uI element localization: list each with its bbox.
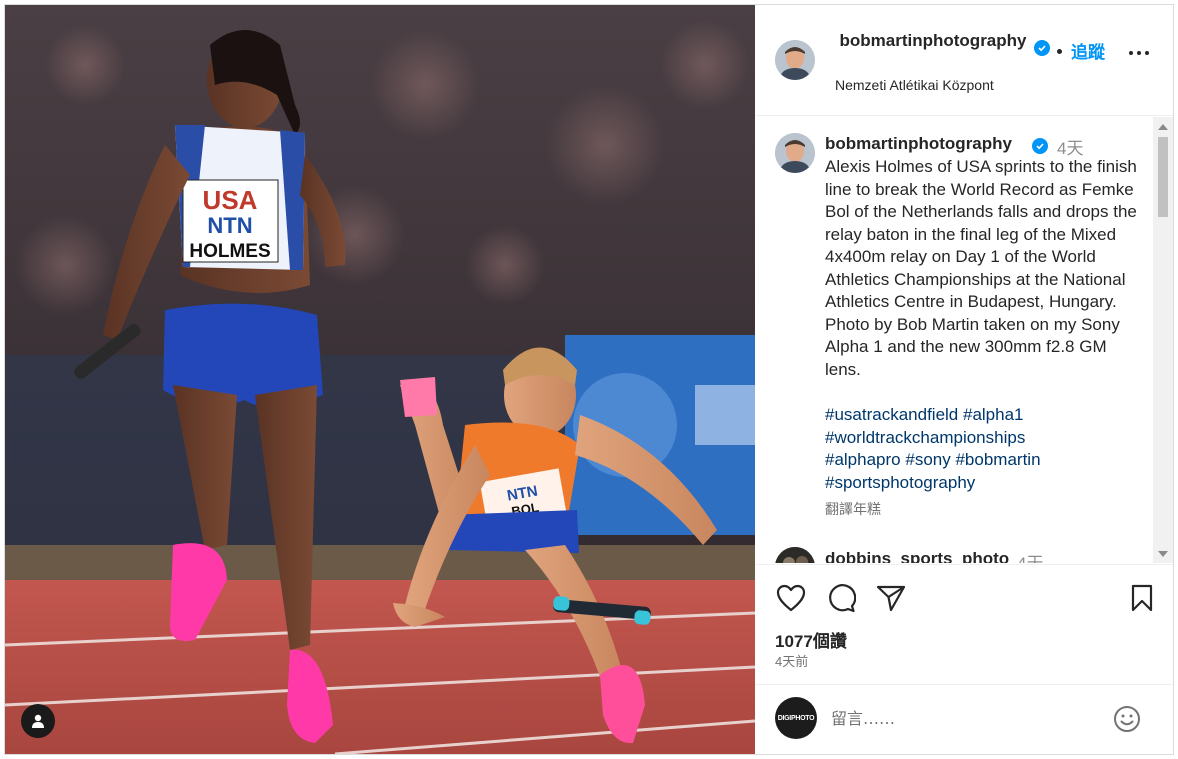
- post-timestamp[interactable]: 4天前: [775, 651, 808, 670]
- caption-text: Alexis Holmes of USA sprints to the fini…: [825, 157, 1137, 379]
- share-button[interactable]: [875, 582, 907, 614]
- heart-icon: [776, 584, 806, 612]
- more-icon: [1129, 51, 1133, 55]
- share-icon: [876, 585, 906, 612]
- comment-input[interactable]: [831, 705, 1101, 731]
- action-bar: 1077個讚 4天前: [755, 564, 1173, 684]
- comment-username[interactable]: dobbins_sports_photo: [825, 549, 1009, 563]
- hashtag-link[interactable]: #bobmartin: [955, 450, 1040, 469]
- post-side-panel: bobmartinphotography 追蹤 Nemzeti Atlétika…: [755, 5, 1173, 754]
- author-avatar[interactable]: [775, 40, 815, 80]
- scrollbar-thumb[interactable]: [1158, 137, 1168, 217]
- caption-author-avatar[interactable]: [775, 133, 815, 173]
- caption-username[interactable]: bobmartinphotography: [825, 134, 1012, 154]
- see-translation-link[interactable]: 翻譯年糕: [825, 499, 881, 519]
- bib-country-text: USA: [203, 185, 258, 215]
- current-user-avatar: DIGIPHOTO: [775, 697, 817, 739]
- hashtag-link[interactable]: #alpha1: [963, 405, 1024, 424]
- hashtag-link[interactable]: #sony: [905, 450, 950, 469]
- post-header: bobmartinphotography 追蹤 Nemzeti Atlétika…: [755, 5, 1173, 116]
- comment-time[interactable]: 4天: [1017, 549, 1043, 563]
- photo-illustration: USA NTN HOLMES NTN BOL: [5, 5, 755, 754]
- bookmark-icon: [1131, 584, 1153, 612]
- comment-icon: [829, 584, 856, 613]
- commenter-avatar[interactable]: [775, 547, 815, 563]
- user-tag-button[interactable]: [21, 704, 55, 738]
- hashtag-link[interactable]: #sportsphotography: [825, 473, 975, 492]
- verified-icon: [1034, 40, 1050, 56]
- scroll-down-arrow[interactable]: [1158, 551, 1168, 557]
- emoji-button[interactable]: [1113, 705, 1141, 733]
- user-tag-icon: [32, 714, 44, 728]
- author-username[interactable]: bobmartinphotography: [835, 29, 1031, 52]
- more-options-button[interactable]: [1127, 41, 1151, 65]
- like-count[interactable]: 1077個讚: [775, 627, 847, 652]
- like-button[interactable]: [775, 582, 807, 614]
- comment-button[interactable]: [825, 582, 857, 614]
- comments-section: bobmartinphotography 4天 Alexis Holmes of…: [755, 117, 1173, 563]
- bib-name-text: HOLMES: [189, 241, 270, 262]
- hashtag-link[interactable]: #usatrackandfield: [825, 405, 958, 424]
- post-dialog: USA NTN HOLMES NTN BOL bobmartinphotogra…: [4, 4, 1174, 755]
- comments-scrollbar[interactable]: [1153, 117, 1173, 563]
- post-photo[interactable]: USA NTN HOLMES NTN BOL: [5, 5, 755, 754]
- save-button[interactable]: [1126, 582, 1158, 614]
- follow-button[interactable]: 追蹤: [1071, 38, 1105, 63]
- post-location[interactable]: Nemzeti Atlétikai Központ: [835, 77, 994, 93]
- bib-sponsor-text: NTN: [207, 213, 252, 238]
- scroll-up-arrow[interactable]: [1158, 124, 1168, 130]
- separator-dot: [1057, 49, 1062, 54]
- emoji-icon: [1114, 706, 1140, 732]
- current-user-avatar-text: DIGIPHOTO: [777, 714, 815, 722]
- hashtag-link[interactable]: #worldtrackchampionships: [825, 428, 1025, 447]
- caption-hashtags: #usatrackandfield #alpha1 #worldtrackcha…: [825, 404, 1145, 494]
- add-comment-bar: DIGIPHOTO: [755, 684, 1173, 754]
- hashtag-link[interactable]: #alphapro: [825, 450, 901, 469]
- caption-verified-icon: [1032, 138, 1048, 154]
